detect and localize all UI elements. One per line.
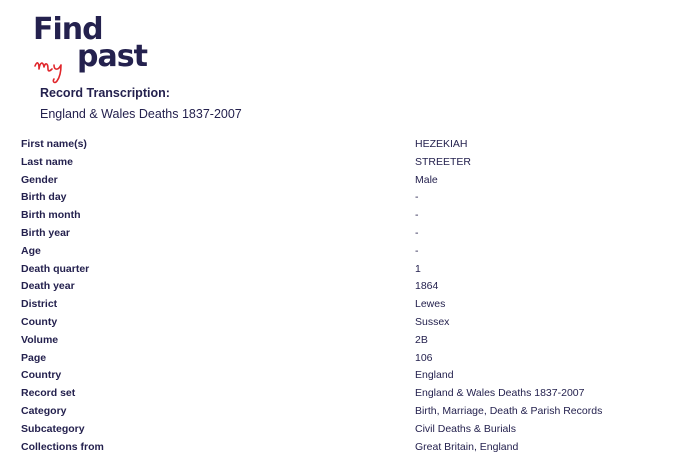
field-row-age: Age -	[21, 243, 671, 261]
field-value: HEZEKIAH	[415, 138, 468, 150]
field-value: Sussex	[415, 315, 450, 328]
field-row-county: County Sussex	[21, 314, 671, 332]
field-label: Gender	[21, 173, 58, 186]
field-label: Age	[21, 244, 41, 257]
field-row-first-name: First name(s) HEZEKIAH	[21, 136, 671, 154]
field-value: Civil Deaths & Burials	[415, 422, 516, 435]
field-row-birth-month: Birth month -	[21, 207, 671, 225]
field-label: Category	[21, 404, 67, 417]
field-row-subcategory: Subcategory Civil Deaths & Burials	[21, 421, 671, 439]
field-row-country: Country England	[21, 367, 671, 385]
field-value: England	[415, 369, 454, 382]
field-value: 2B	[415, 333, 428, 346]
field-value: 1	[415, 262, 421, 275]
field-value: 1864	[415, 280, 439, 293]
field-row-record-set: Record set England & Wales Deaths 1837-2…	[21, 385, 671, 403]
field-value: Lewes	[415, 298, 446, 311]
field-row-volume: Volume 2B	[21, 332, 671, 350]
field-label: Birth day	[21, 191, 67, 204]
field-row-page: Page 106	[21, 350, 671, 368]
field-label: Death quarter	[21, 262, 90, 275]
field-label: County	[21, 315, 58, 328]
field-value: -	[415, 226, 419, 239]
field-row-death-year: Death year 1864	[21, 278, 671, 296]
field-row-last-name: Last name STREETER	[21, 154, 671, 172]
field-label: Collections from	[21, 440, 104, 453]
record-transcription-heading: Record Transcription:	[40, 86, 170, 100]
field-value: 106	[415, 351, 433, 364]
field-row-birth-year: Birth year -	[21, 225, 671, 243]
field-value: -	[415, 209, 419, 222]
logo-word-past: past	[77, 39, 148, 74]
field-row-collections-from: Collections from Great Britain, England	[21, 439, 671, 457]
findmypast-logo: Find past	[33, 13, 173, 84]
field-label: Death year	[21, 280, 75, 293]
field-row-birth-day: Birth day -	[21, 189, 671, 207]
field-label: Birth year	[21, 226, 71, 239]
field-label: Last name	[21, 155, 73, 168]
field-value: -	[415, 191, 419, 204]
field-value: Male	[415, 173, 438, 186]
field-row-gender: Gender Male	[21, 172, 671, 190]
field-label: Birth month	[21, 209, 81, 222]
field-label: Country	[21, 369, 62, 382]
field-label: Volume	[21, 333, 59, 346]
record-fields-list: First name(s) HEZEKIAH Last name STREETE…	[21, 136, 671, 456]
field-label: Subcategory	[21, 422, 85, 435]
field-label: First name(s)	[21, 138, 87, 150]
field-row-death-quarter: Death quarter 1	[21, 261, 671, 279]
logo-my-handwritten	[34, 62, 62, 84]
field-value: STREETER	[415, 155, 472, 168]
field-value: -	[415, 244, 419, 257]
field-label: District	[21, 298, 58, 311]
field-value: Great Britain, England	[415, 440, 519, 453]
field-value: England & Wales Deaths 1837-2007	[415, 387, 585, 400]
field-row-category: Category Birth, Marriage, Death & Parish…	[21, 403, 671, 421]
field-value: Birth, Marriage, Death & Parish Records	[415, 404, 603, 417]
field-row-district: District Lewes	[21, 296, 671, 314]
field-label: Page	[21, 351, 47, 364]
field-label: Record set	[21, 387, 76, 400]
record-set-subtitle: England & Wales Deaths 1837-2007	[40, 107, 242, 121]
